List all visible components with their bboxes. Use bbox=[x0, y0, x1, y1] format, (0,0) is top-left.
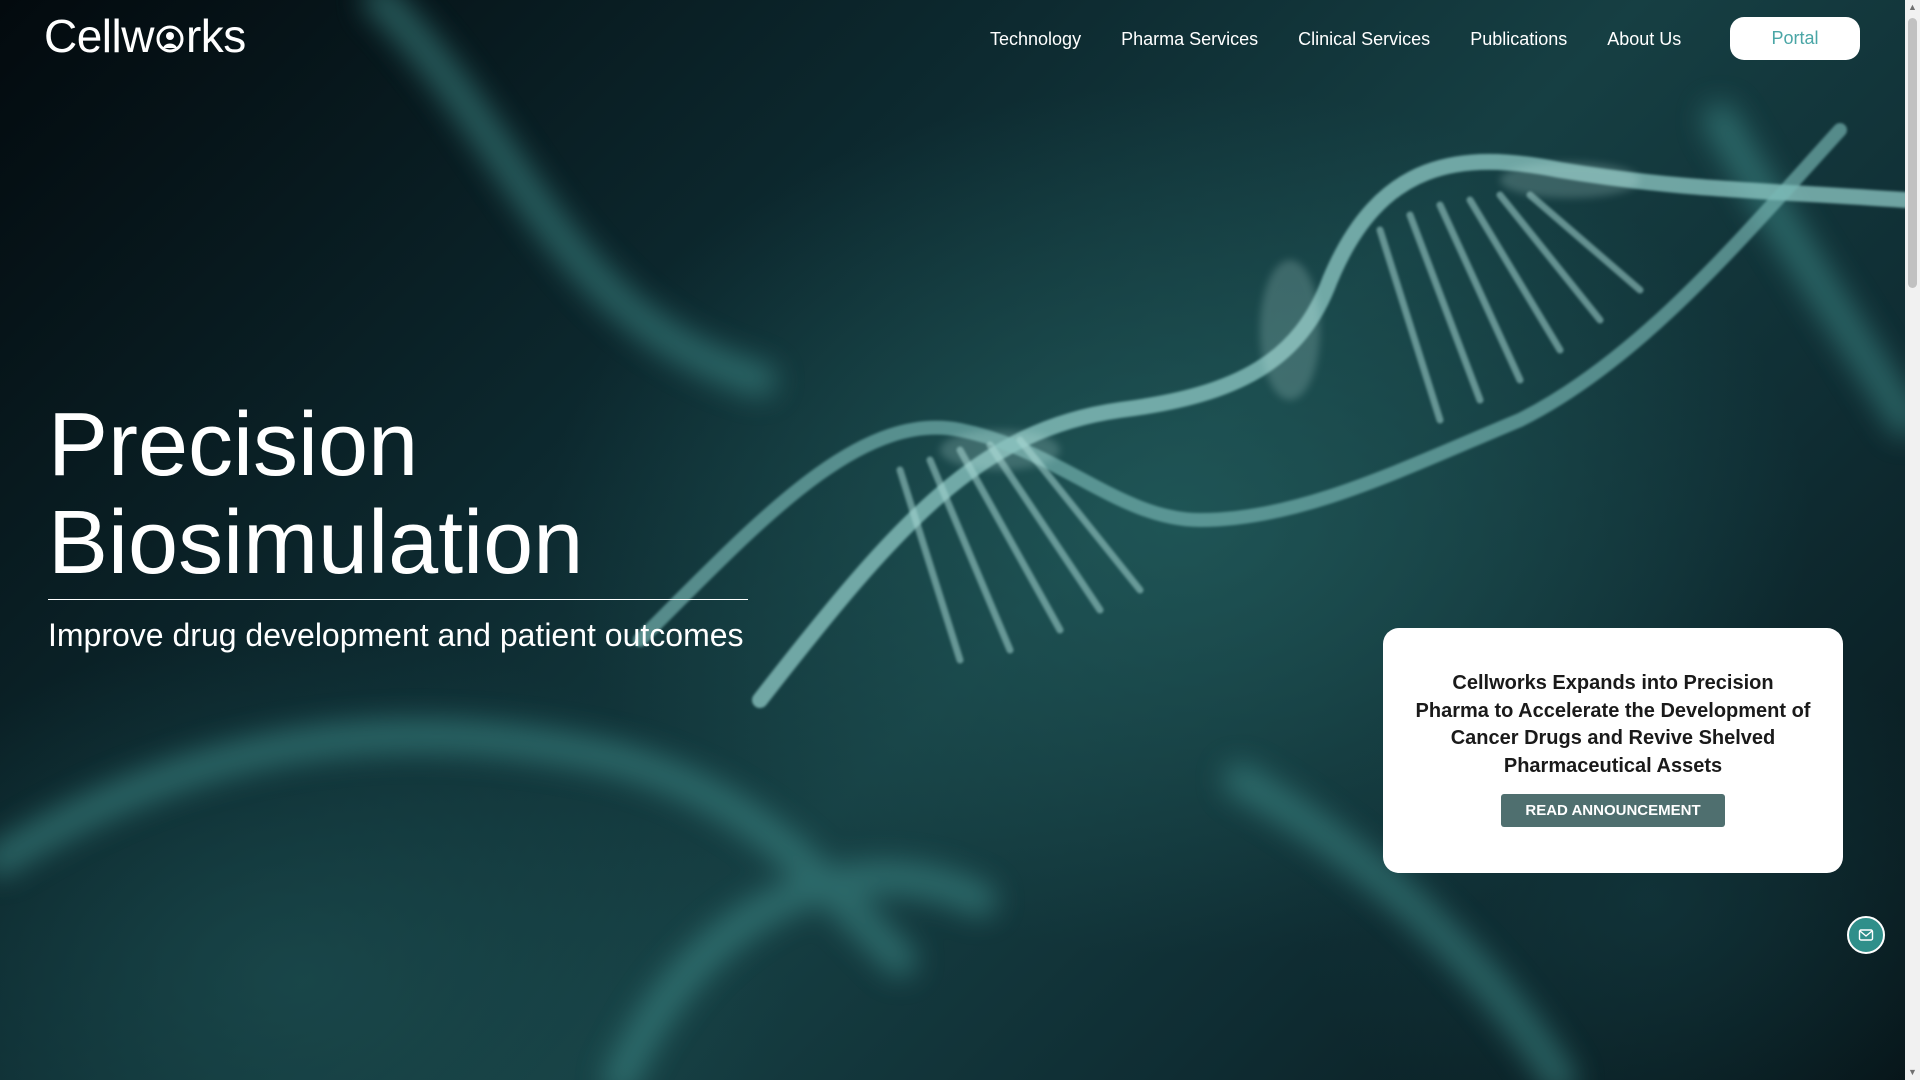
hero-headline: Precision Biosimulation bbox=[48, 396, 583, 592]
announcement-card: Cellworks Expands into Precision Pharma … bbox=[1383, 628, 1843, 873]
main-nav: Technology Pharma Services Clinical Serv… bbox=[990, 20, 1721, 58]
portal-button[interactable]: Portal bbox=[1730, 17, 1860, 60]
cellworks-logo[interactable]: Cellw rks bbox=[44, 10, 246, 62]
headline-divider bbox=[48, 599, 748, 600]
nav-item-clinical-services[interactable]: Clinical Services bbox=[1298, 20, 1430, 58]
headline-line-2: Biosimulation bbox=[48, 493, 584, 593]
page-scrollbar[interactable]: ▲ ▼ bbox=[1905, 0, 1920, 1080]
nav-item-about-us[interactable]: About Us bbox=[1607, 20, 1681, 58]
cell-logo-icon bbox=[156, 25, 184, 53]
announcement-text: Cellworks Expands into Precision Pharma … bbox=[1415, 672, 1811, 777]
nav-item-technology[interactable]: Technology bbox=[990, 20, 1081, 58]
headline-line-1: Precision bbox=[48, 395, 419, 495]
hero-subtitle: Improve drug development and patient out… bbox=[48, 617, 744, 653]
scrollbar-thumb[interactable] bbox=[1908, 18, 1917, 288]
logo-text-suffix: rks bbox=[185, 10, 246, 62]
mail-icon bbox=[1858, 929, 1874, 941]
scroll-up-arrow-icon[interactable]: ▲ bbox=[1905, 0, 1920, 15]
contact-mail-button[interactable] bbox=[1847, 916, 1885, 954]
read-announcement-button[interactable]: READ ANNOUNCEMENT bbox=[1501, 794, 1725, 827]
hero-section: Cellw rks Technology Pharma Services Cli… bbox=[0, 0, 1905, 1080]
logo-text-prefix: Cellw bbox=[44, 10, 154, 62]
scroll-down-arrow-icon[interactable]: ▼ bbox=[1905, 1065, 1920, 1080]
nav-item-pharma-services[interactable]: Pharma Services bbox=[1121, 20, 1258, 58]
nav-item-publications[interactable]: Publications bbox=[1470, 20, 1567, 58]
